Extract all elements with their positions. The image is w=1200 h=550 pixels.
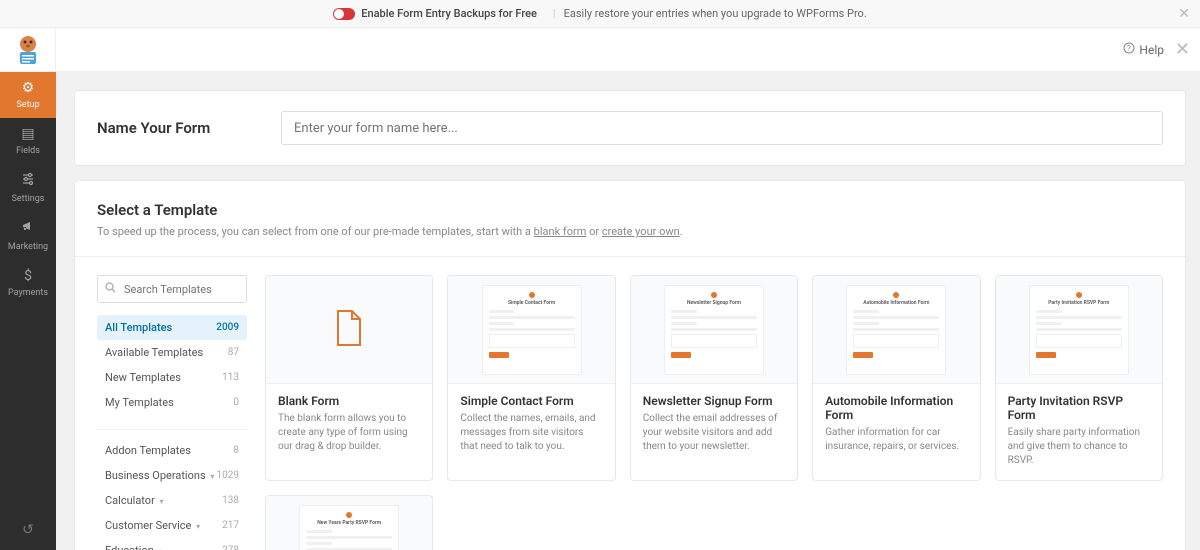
history-icon[interactable]: ↺ xyxy=(22,510,34,550)
template-sidebar: All Templates 2009 Available Templates 87 Ne… xyxy=(97,275,247,550)
category-item[interactable]: Business Operations ▾1029 xyxy=(97,463,247,488)
nav-payments[interactable]: $ Payments xyxy=(0,260,56,306)
template-thumbnail-icon: Newsletter Signup Form xyxy=(664,285,764,375)
blank-form-link[interactable]: blank form xyxy=(534,225,587,238)
left-nav: ⚙ Setup ▤ Fields Settings Marketing $ Pa… xyxy=(0,72,56,550)
nav-settings[interactable]: Settings xyxy=(0,164,56,212)
category-count: 138 xyxy=(222,495,239,506)
content-area: Name Your Form Select a Template To spee… xyxy=(56,72,1200,550)
bullhorn-icon xyxy=(21,220,35,238)
help-icon: ? xyxy=(1123,42,1135,57)
template-title: Automobile Information Form xyxy=(813,384,979,426)
template-card[interactable]: Party Invitation RSVP Form Party Invitati… xyxy=(995,275,1163,481)
gear-icon: ⚙ xyxy=(22,80,35,96)
category-item[interactable]: New Templates 113 xyxy=(97,365,247,390)
secondary-categories: Addon Templates 8 Business Operations ▾102… xyxy=(97,438,247,550)
wpforms-logo-icon[interactable] xyxy=(0,28,56,71)
nav-setup[interactable]: ⚙ Setup xyxy=(0,72,56,118)
category-label: Customer Service ▾ xyxy=(105,519,200,532)
category-count: 1029 xyxy=(217,470,239,481)
template-card[interactable]: Automobile Information Form Automobile In… xyxy=(812,275,980,481)
backup-toggle[interactable]: Enable Form Entry Backups for Free xyxy=(333,7,537,20)
template-title: Blank Form xyxy=(266,384,432,412)
search-templates-input[interactable] xyxy=(97,275,247,303)
close-builder-icon[interactable]: ✕ xyxy=(1175,39,1190,60)
category-item[interactable]: Addon Templates 8 xyxy=(97,438,247,463)
template-card[interactable]: Newsletter Signup Form Newsletter Signup … xyxy=(630,275,798,481)
category-item[interactable]: Education ▾ 278 xyxy=(97,538,247,550)
category-label: Education ▾ xyxy=(105,544,163,550)
category-item[interactable]: Calculator ▾ 138 xyxy=(97,488,247,513)
category-label: Addon Templates xyxy=(105,444,191,457)
category-count: 113 xyxy=(222,372,239,383)
help-link[interactable]: ? Help xyxy=(1123,42,1164,57)
create-your-own-link[interactable]: create your own xyxy=(602,225,680,238)
promo-bar: Enable Form Entry Backups for Free | Eas… xyxy=(0,0,1200,28)
category-count: 0 xyxy=(233,397,239,408)
category-label: Business Operations ▾ xyxy=(105,469,214,482)
template-panel: Select a Template To speed up the proces… xyxy=(74,180,1186,550)
category-item[interactable]: All Templates 2009 xyxy=(97,315,247,340)
category-label: Available Templates xyxy=(105,346,203,359)
sliders-icon xyxy=(21,172,35,190)
fields-icon: ▤ xyxy=(21,126,34,142)
template-title: Newsletter Signup Form xyxy=(631,384,797,412)
template-thumbnail-icon: Automobile Information Form xyxy=(846,285,946,375)
promo-desc: Easily restore your entries when you upg… xyxy=(564,7,867,20)
close-promo-icon[interactable]: ✕ xyxy=(1178,6,1190,22)
promo-label: Enable Form Entry Backups for Free xyxy=(361,7,537,20)
chevron-down-icon: ▾ xyxy=(210,472,214,481)
template-card[interactable]: Simple Contact FormSimple Contact FormCo… xyxy=(447,275,615,481)
name-form-label: Name Your Form xyxy=(97,119,257,137)
template-desc: Collect the names, emails, and messages … xyxy=(448,412,614,466)
template-thumbnail-icon: Party Invitation RSVP Form xyxy=(1029,285,1129,375)
name-panel: Name Your Form xyxy=(74,90,1186,166)
search-icon xyxy=(105,282,116,296)
category-label: New Templates xyxy=(105,371,181,384)
template-desc: Easily share party information and give … xyxy=(996,426,1162,480)
blank-file-icon xyxy=(334,309,364,351)
template-desc: The blank form allows you to create any … xyxy=(266,412,432,466)
template-desc: Gather information for car insurance, re… xyxy=(813,426,979,470)
dollar-icon: $ xyxy=(24,268,32,284)
header-bar: ? Help ✕ xyxy=(0,28,1200,72)
template-title: Party Invitation RSVP Form xyxy=(996,384,1162,426)
category-count: 87 xyxy=(228,347,239,358)
category-label: All Templates xyxy=(105,321,172,334)
category-count: 278 xyxy=(222,545,239,550)
separator: | xyxy=(553,7,556,20)
nav-fields[interactable]: ▤ Fields xyxy=(0,118,56,164)
select-template-subtitle: To speed up the process, you can select … xyxy=(97,225,1163,238)
category-count: 2009 xyxy=(216,322,239,333)
category-label: My Templates xyxy=(105,396,174,409)
template-cards: Blank FormThe blank form allows you to c… xyxy=(265,275,1163,550)
divider xyxy=(75,256,1185,257)
category-count: 217 xyxy=(222,520,239,531)
category-label: Calculator ▾ xyxy=(105,494,164,507)
chevron-down-icon: ▾ xyxy=(160,497,164,506)
template-card[interactable]: New Years Party RSVP Form xyxy=(265,495,433,550)
svg-text:?: ? xyxy=(1128,44,1132,53)
template-title: Simple Contact Form xyxy=(448,384,614,412)
nav-marketing[interactable]: Marketing xyxy=(0,212,56,260)
template-thumbnail-icon: Simple Contact Form xyxy=(482,285,582,375)
category-item[interactable]: My Templates 0 xyxy=(97,390,247,415)
template-thumbnail-icon: New Years Party RSVP Form xyxy=(299,505,399,550)
divider xyxy=(97,429,247,430)
select-template-title: Select a Template xyxy=(97,201,1163,219)
primary-categories: All Templates 2009 Available Templates 87 Ne… xyxy=(97,315,247,415)
template-desc: Collect the email addresses of your webs… xyxy=(631,412,797,466)
form-name-input[interactable] xyxy=(281,111,1163,145)
template-card[interactable]: Blank FormThe blank form allows you to c… xyxy=(265,275,433,481)
category-count: 8 xyxy=(233,445,239,456)
category-item[interactable]: Customer Service ▾ 217 xyxy=(97,513,247,538)
category-item[interactable]: Available Templates 87 xyxy=(97,340,247,365)
toggle-switch-icon xyxy=(333,8,355,20)
chevron-down-icon: ▾ xyxy=(196,522,200,531)
